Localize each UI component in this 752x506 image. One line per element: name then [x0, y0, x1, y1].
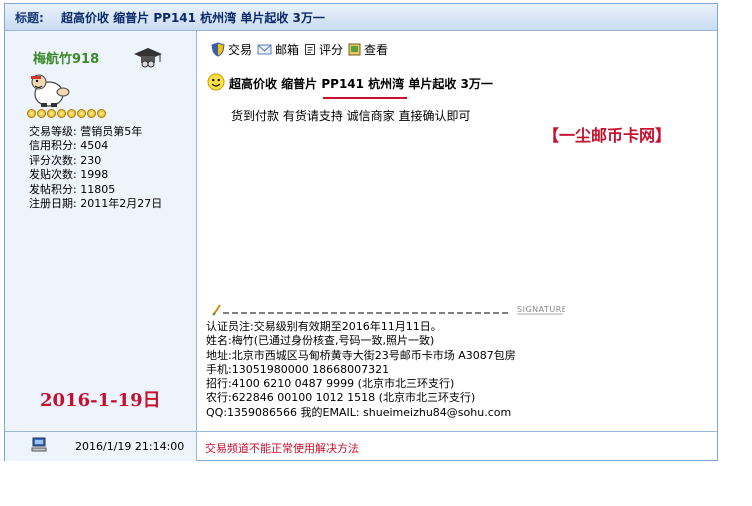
- envelope-icon: [257, 43, 272, 56]
- avatar[interactable]: [27, 74, 77, 111]
- stat-value: 营销员第5年: [80, 125, 143, 138]
- signature-line: 地址:北京市西城区马甸桥黄寺大街23号邮币卡市场 A3087包房: [206, 348, 516, 362]
- signature-line: 招行:4100 6210 0487 9999 (北京市北三环支行): [206, 377, 455, 391]
- watermark: 【一尘邮币卡网】: [543, 126, 672, 145]
- computer-icon: [31, 437, 47, 455]
- signature-line: 农行:622846 00100 1012 1518 (北京市北三环支行): [206, 391, 476, 405]
- stat-label: 发贴次数:: [29, 168, 77, 182]
- post-subject: 超高价收 缩普片 PP141 杭州湾 单片起收 3万一: [229, 77, 493, 91]
- star-icon: [57, 109, 66, 118]
- star-icon: [97, 109, 106, 118]
- trade-button[interactable]: 交易: [211, 41, 252, 58]
- star-icon: [47, 109, 56, 118]
- star-icon: [27, 109, 36, 118]
- view-button[interactable]: 查看: [348, 41, 388, 58]
- post-body: 货到付款 有货请支持 诚信商家 直接确认即可: [231, 109, 471, 123]
- post-subject-row: 超高价收 缩普片 PP141 杭州湾 单片起收 3万一: [207, 73, 493, 94]
- star-icon: [37, 109, 46, 118]
- post-footer: 2016/1/19 21:14:00 交易频道不能正常使用解决方法: [5, 431, 717, 461]
- subject-underline: [323, 97, 407, 99]
- signature-block: 认证员注:交易级别有效期至2016年11月11日。 姓名:梅竹(已通过身份核查,…: [206, 320, 516, 420]
- post-timestamp: 2016/1/19 21:14:00: [75, 440, 185, 453]
- stat-label: 信用积分:: [29, 139, 77, 153]
- rate-label: 评分: [319, 43, 344, 57]
- star-icon: [77, 109, 86, 118]
- username[interactable]: 梅航竹918: [33, 48, 99, 67]
- post-toolbar: 交易 邮箱 评分 查看: [211, 41, 388, 58]
- mail-button[interactable]: 邮箱: [257, 41, 299, 58]
- star-icon: [67, 109, 76, 118]
- stat-label: 评分次数:: [29, 153, 77, 167]
- stat-label: 注册日期:: [29, 197, 77, 211]
- stat-row: 评分次数: 230: [29, 154, 162, 168]
- view-label: 查看: [364, 43, 389, 57]
- picture-icon: [348, 43, 361, 56]
- date-stamp: 2016-1-19日: [40, 390, 161, 411]
- signature-line: 认证员注:交易级别有效期至2016年11月11日。: [206, 320, 442, 333]
- signature-label: SIGNATURE: [517, 305, 565, 314]
- help-link[interactable]: 交易频道不能正常使用解决方法: [205, 440, 359, 456]
- footer-left: 2016/1/19 21:14:00: [5, 432, 197, 461]
- title-label: 标题:: [15, 11, 44, 25]
- smiley-icon: [207, 73, 225, 94]
- signature-divider: SIGNATURE: [211, 303, 567, 317]
- post-content: 交易 邮箱 评分 查看 超高价收 缩普片 PP141 杭州湾 单片起收 3万一 …: [197, 31, 717, 431]
- star-icon: [87, 109, 96, 118]
- mail-label: 邮箱: [275, 43, 300, 57]
- graduation-hat-icon: [133, 45, 163, 72]
- stat-row: 信用积分: 4504: [29, 139, 162, 153]
- shield-icon: [211, 42, 225, 57]
- stat-row: 发贴次数: 1998: [29, 168, 162, 182]
- post-title: 超高价收 缩普片 PP141 杭州湾 单片起收 3万一: [61, 11, 325, 25]
- stat-label: 交易等级:: [29, 125, 77, 138]
- stat-row: 注册日期: 2011年2月27日: [29, 197, 162, 211]
- document-icon: [304, 43, 316, 56]
- title-bar: 标题: 超高价收 缩普片 PP141 杭州湾 单片起收 3万一: [5, 4, 717, 31]
- stat-value: 1998: [80, 168, 109, 182]
- stat-row: 发帖积分: 11805: [29, 183, 162, 197]
- signature-line: 手机:13051980000 18668007321: [206, 362, 390, 376]
- stat-value: 4504: [80, 139, 109, 153]
- signature-line: QQ:1359086566 我的EMAIL: shueimeizhu84@soh…: [206, 405, 512, 419]
- stat-value: 11805: [80, 182, 116, 196]
- stat-value: 230: [80, 153, 102, 167]
- rank-stars: [27, 109, 106, 118]
- rate-button[interactable]: 评分: [304, 41, 343, 58]
- signature-line: 姓名:梅竹(已通过身份核查,号码一致,照片一致): [206, 334, 435, 348]
- stat-label: 发帖积分:: [29, 182, 77, 196]
- post-frame: 标题: 超高价收 缩普片 PP141 杭州湾 单片起收 3万一 梅航竹918 交…: [4, 3, 718, 461]
- trade-label: 交易: [228, 43, 253, 57]
- user-panel: 梅航竹918 交易等级: 营销员第5年 信用积分: 4504 评分次数: 230…: [5, 31, 197, 431]
- user-stats: 交易等级: 营销员第5年 信用积分: 4504 评分次数: 230 发贴次数: …: [29, 125, 162, 211]
- stat-value: 2011年2月27日: [80, 197, 163, 211]
- stat-row: 交易等级: 营销员第5年: [29, 125, 162, 139]
